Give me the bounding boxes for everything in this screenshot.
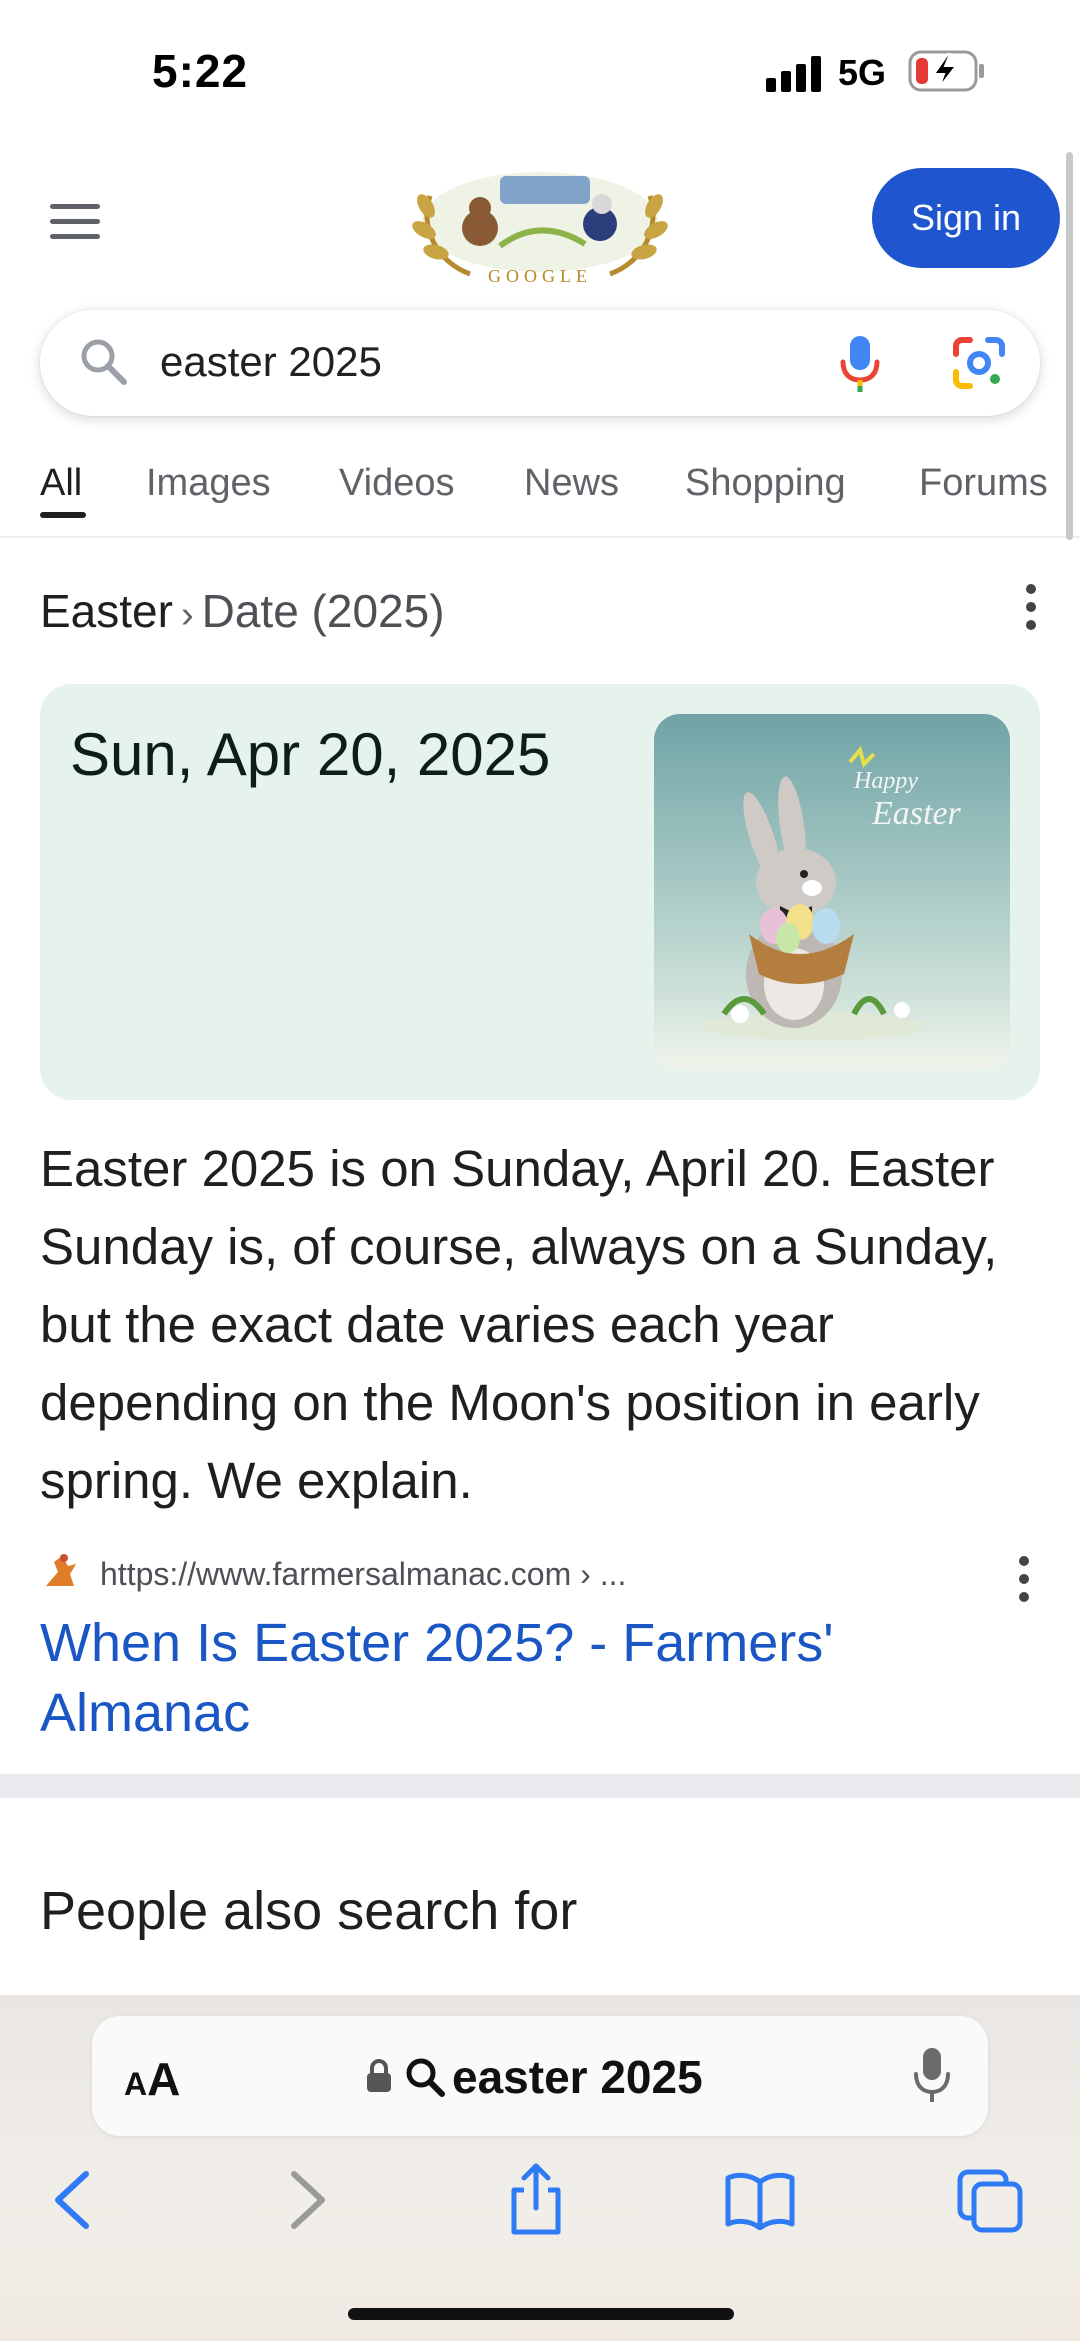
magnifier-icon <box>406 2058 445 2097</box>
lock-icon <box>367 2059 391 2092</box>
mic-icon[interactable] <box>912 2046 952 2106</box>
back-icon[interactable] <box>50 2168 94 2232</box>
easter-bunny-image[interactable]: Happy Easter <box>654 714 1010 1070</box>
featured-snippet-text: Easter 2025 is on Sunday, April 20. East… <box>40 1140 998 1509</box>
search-query-text[interactable]: easter 2025 <box>160 338 382 386</box>
battery-icon <box>908 50 984 92</box>
lens-icon[interactable] <box>952 336 1006 390</box>
tab-videos[interactable]: Videos <box>339 462 455 505</box>
network-type: 5G <box>838 52 887 93</box>
image-caption-happy: Happy <box>853 768 918 794</box>
farmers-almanac-favicon <box>46 1554 76 1586</box>
google-doodle[interactable]: GOOGLE <box>390 166 690 288</box>
answer-date: Sun, Apr 20, 2025 <box>70 721 551 788</box>
search-icon <box>81 339 127 385</box>
tab-shopping[interactable]: Shopping <box>685 462 846 505</box>
breadcrumb-attribute: Date (2025) <box>201 585 445 637</box>
breadcrumb-separator: › <box>180 594 194 636</box>
tab-news[interactable]: News <box>524 462 619 505</box>
people-also-search-heading: People also search for <box>40 1881 578 1941</box>
bookmarks-icon[interactable] <box>724 2170 796 2230</box>
home-indicator[interactable] <box>348 2308 734 2320</box>
breadcrumb-topic[interactable]: Easter <box>40 585 173 637</box>
more-vert-icon[interactable] <box>1019 1556 1031 1610</box>
scrollbar[interactable] <box>1066 152 1073 540</box>
tab-all[interactable]: All <box>40 462 82 505</box>
mic-icon[interactable] <box>838 334 882 394</box>
section-divider <box>0 1774 1080 1798</box>
tab-selected-indicator <box>40 512 86 518</box>
signal-icon <box>766 56 821 92</box>
address-text[interactable]: easter 2025 <box>452 2050 703 2104</box>
tab-images[interactable]: Images <box>146 462 271 505</box>
tabs-icon[interactable] <box>956 2168 1024 2234</box>
text-size-button[interactable]: AA <box>124 2052 180 2106</box>
image-caption-easter: Easter <box>871 795 962 832</box>
tab-forums[interactable]: Forums <box>919 462 1048 505</box>
breadcrumb: Easter › Date (2025) <box>40 584 445 638</box>
forward-icon[interactable] <box>286 2168 330 2232</box>
share-icon[interactable] <box>504 2162 568 2238</box>
more-vert-icon[interactable] <box>1026 584 1038 638</box>
doodle-wordmark: GOOGLE <box>488 266 592 286</box>
menu-icon[interactable] <box>50 204 100 240</box>
result-title-link[interactable]: When Is Easter 2025? - Farmers' Almanac <box>40 1608 1020 1748</box>
sign-in-button[interactable]: Sign in <box>872 168 1060 268</box>
status-time: 5:22 <box>152 45 249 97</box>
result-url[interactable]: https://www.farmersalmanac.com › ... <box>100 1556 626 1593</box>
divider <box>0 536 1080 538</box>
